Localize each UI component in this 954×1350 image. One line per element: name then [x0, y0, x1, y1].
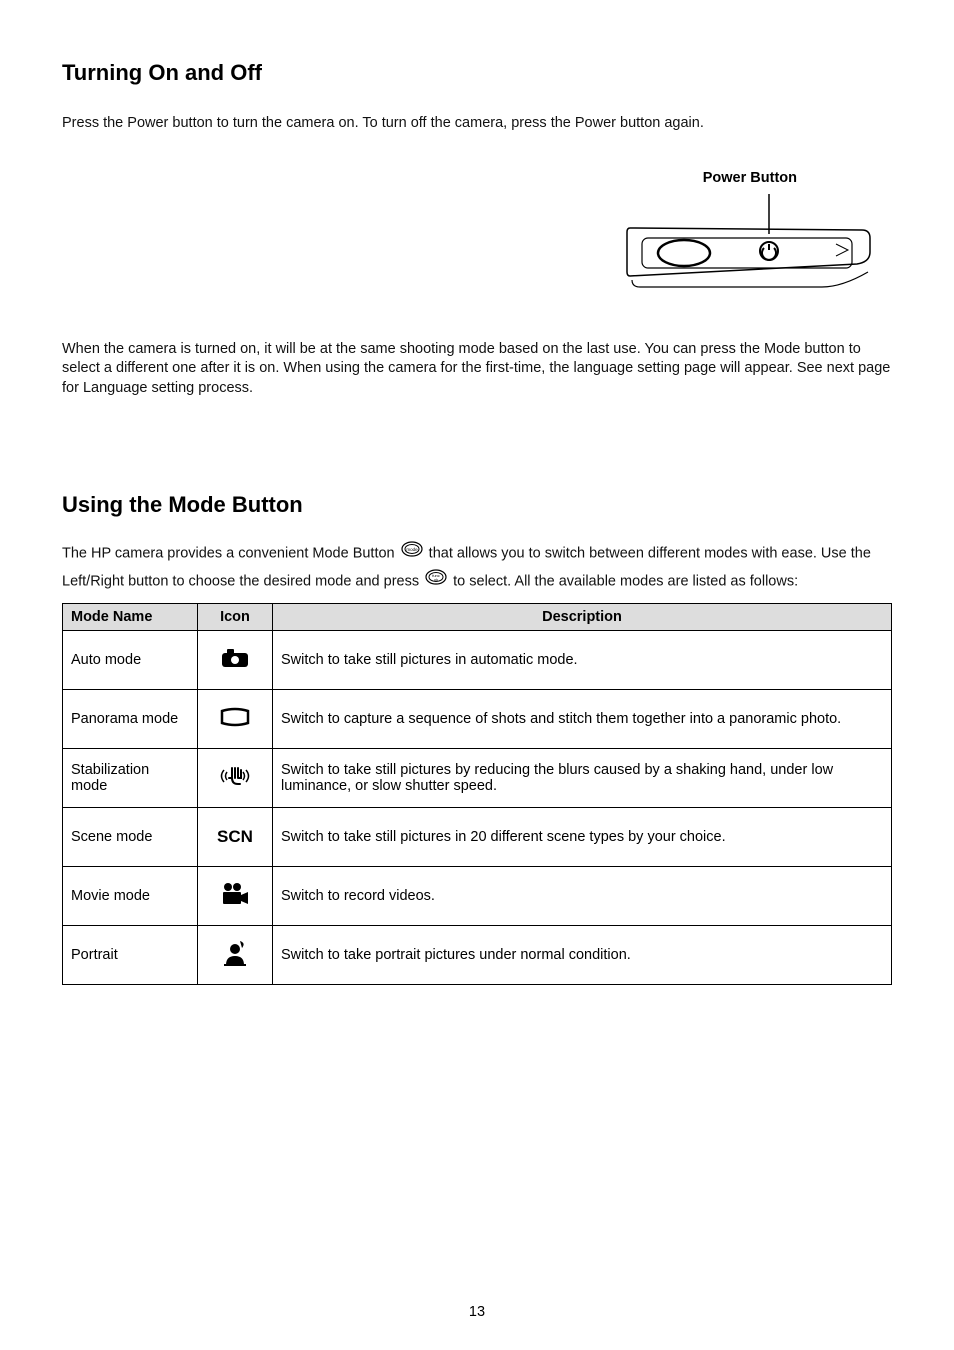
- mode-desc-cell: Switch to take still pictures in 20 diff…: [273, 807, 892, 866]
- mode-name-cell: Auto mode: [63, 630, 198, 689]
- auto-mode-icon: [221, 648, 249, 668]
- para-mode-instructions: The HP camera provides a convenient Mode…: [62, 540, 892, 596]
- mode-table: Mode Name Icon Description Auto mode Swi…: [62, 603, 892, 985]
- mode-icon-cell: [198, 630, 273, 689]
- scene-mode-icon: SCN: [217, 827, 253, 846]
- mode-name-cell: Scene mode: [63, 807, 198, 866]
- svg-text:mode: mode: [406, 547, 418, 552]
- para3-part-c: to select. All the available modes are l…: [449, 574, 798, 590]
- portrait-mode-icon: [222, 939, 248, 967]
- panorama-mode-icon: [220, 707, 250, 727]
- mode-desc-cell: Switch to take portrait pictures under n…: [273, 925, 892, 984]
- mode-name-cell: Panorama mode: [63, 689, 198, 748]
- mode-name-cell: Movie mode: [63, 866, 198, 925]
- table-row: Auto mode Switch to take still pictures …: [63, 630, 892, 689]
- mode-name-cell: Portrait: [63, 925, 198, 984]
- col-header-description: Description: [273, 603, 892, 630]
- para-power-instructions: Press the Power button to turn the camer…: [62, 114, 892, 134]
- table-row: Movie mode Switch to record videos.: [63, 866, 892, 925]
- power-button-figure: Power Button: [62, 170, 892, 310]
- svg-text:ok: ok: [434, 577, 438, 582]
- func-ok-button-icon: funcok: [425, 568, 447, 596]
- col-header-icon: Icon: [198, 603, 273, 630]
- mode-desc-cell: Switch to take still pictures by reducin…: [273, 748, 892, 807]
- heading-using-mode-button: Using the Mode Button: [62, 492, 892, 518]
- mode-icon-cell: [198, 689, 273, 748]
- para3-part-a: The HP camera provides a convenient Mode…: [62, 546, 399, 562]
- mode-button-icon: mode: [401, 540, 423, 568]
- mode-name-cell: Stabilization mode: [63, 748, 198, 807]
- col-header-mode-name: Mode Name: [63, 603, 198, 630]
- mode-icon-cell: SCN: [198, 807, 273, 866]
- para-mode-button-info: When the camera is turned on, it will be…: [62, 340, 892, 399]
- power-button-label: Power Button: [703, 170, 797, 186]
- table-row: Stabilization mode Switch to take still …: [63, 748, 892, 807]
- mode-icon-cell: [198, 925, 273, 984]
- table-row: Portrait Switch to take portrait picture…: [63, 925, 892, 984]
- mode-icon-cell: [198, 866, 273, 925]
- camera-diagram-icon: [622, 192, 872, 302]
- table-row: Scene mode SCN Switch to take still pict…: [63, 807, 892, 866]
- movie-mode-icon: [221, 882, 249, 906]
- mode-desc-cell: Switch to take still pictures in automat…: [273, 630, 892, 689]
- page-number: 13: [0, 1304, 954, 1320]
- mode-desc-cell: Switch to record videos.: [273, 866, 892, 925]
- stabilization-mode-icon: [218, 764, 252, 788]
- mode-desc-cell: Switch to capture a sequence of shots an…: [273, 689, 892, 748]
- table-row: Panorama mode Switch to capture a sequen…: [63, 689, 892, 748]
- mode-icon-cell: [198, 748, 273, 807]
- heading-turning-on-off: Turning On and Off: [62, 60, 892, 86]
